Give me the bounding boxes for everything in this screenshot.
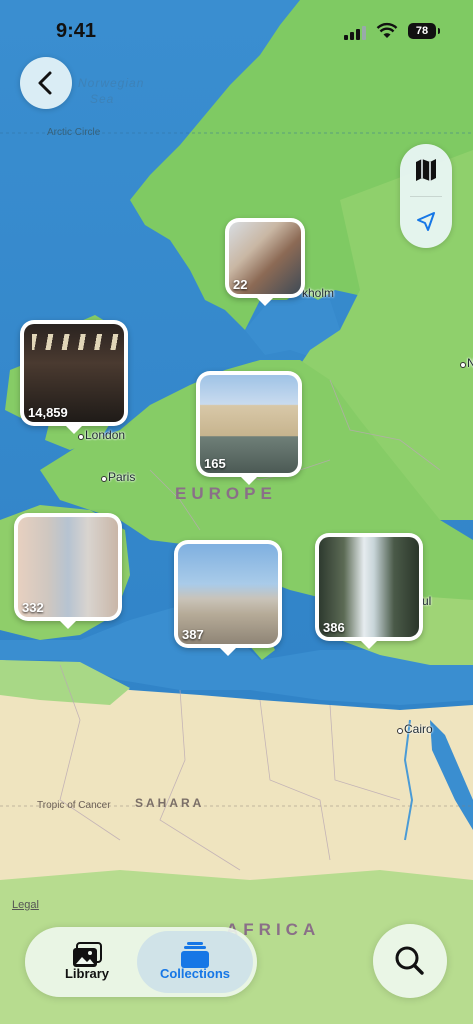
- arctic-circle-label: Arctic Circle: [47, 127, 101, 138]
- photo-library-icon: [73, 942, 102, 967]
- collection-pin-berlin[interactable]: 165: [196, 371, 302, 485]
- legal-link[interactable]: Legal: [12, 899, 39, 911]
- collections-stack-icon: [181, 942, 209, 968]
- place-label-istanbul: ul: [422, 594, 432, 608]
- status-bar: 9:41 78: [0, 0, 473, 60]
- current-location-button[interactable]: [400, 196, 452, 248]
- pin-pointer: [240, 476, 258, 485]
- collection-pin-lisbon[interactable]: 332: [14, 513, 122, 629]
- pin-pointer: [59, 620, 77, 629]
- cellular-signal-icon: [344, 26, 366, 40]
- collection-count: 22: [233, 277, 248, 292]
- collection-count: 14,859: [28, 405, 68, 420]
- tropic-cancer-label: Tropic of Cancer: [37, 800, 111, 811]
- collection-pin-london[interactable]: 14,859: [20, 320, 128, 434]
- tab-library-label: Library: [64, 966, 110, 981]
- collection-count: 332: [22, 600, 44, 615]
- collection-pin-stockholm[interactable]: 22: [225, 218, 305, 306]
- place-label-stockholm: kholm: [302, 286, 335, 300]
- collection-count: 165: [204, 456, 226, 471]
- pin-pointer: [360, 640, 378, 649]
- pin-pointer: [256, 297, 274, 306]
- pin-pointer: [219, 647, 237, 656]
- wifi-icon: [376, 22, 398, 38]
- chevron-left-icon: [38, 71, 52, 95]
- place-label-paris: Paris: [100, 470, 136, 484]
- map-icon: [416, 159, 436, 181]
- place-label-east: N: [460, 356, 473, 370]
- tab-collections-label: Collections: [159, 966, 231, 981]
- collection-count: 387: [182, 627, 204, 642]
- place-label-london: London: [77, 428, 126, 442]
- collection-pin-malta[interactable]: 387: [174, 540, 282, 656]
- map-controls: [400, 144, 452, 248]
- search-icon: [395, 946, 424, 975]
- location-arrow-icon: [417, 212, 435, 231]
- region-label-europe: EUROPE: [175, 484, 277, 503]
- tab-bar: Library Collections: [25, 927, 257, 997]
- collection-pin-turkey[interactable]: 386: [315, 533, 423, 649]
- tab-collections[interactable]: Collections: [137, 931, 253, 993]
- sea-label-line2: Sea: [90, 92, 115, 106]
- tab-library[interactable]: Library: [29, 931, 145, 993]
- battery-indicator: 78: [408, 23, 440, 39]
- collection-count: 386: [323, 620, 345, 635]
- region-label-sahara: SAHARA: [135, 796, 205, 810]
- search-button[interactable]: [373, 924, 447, 998]
- pin-pointer: [65, 425, 83, 434]
- map-mode-button[interactable]: [400, 144, 452, 196]
- back-button[interactable]: [20, 57, 72, 109]
- place-label-cairo: Cairo: [397, 722, 433, 736]
- sea-label-line1: Norwegian: [78, 76, 145, 90]
- status-time: 9:41: [56, 20, 97, 42]
